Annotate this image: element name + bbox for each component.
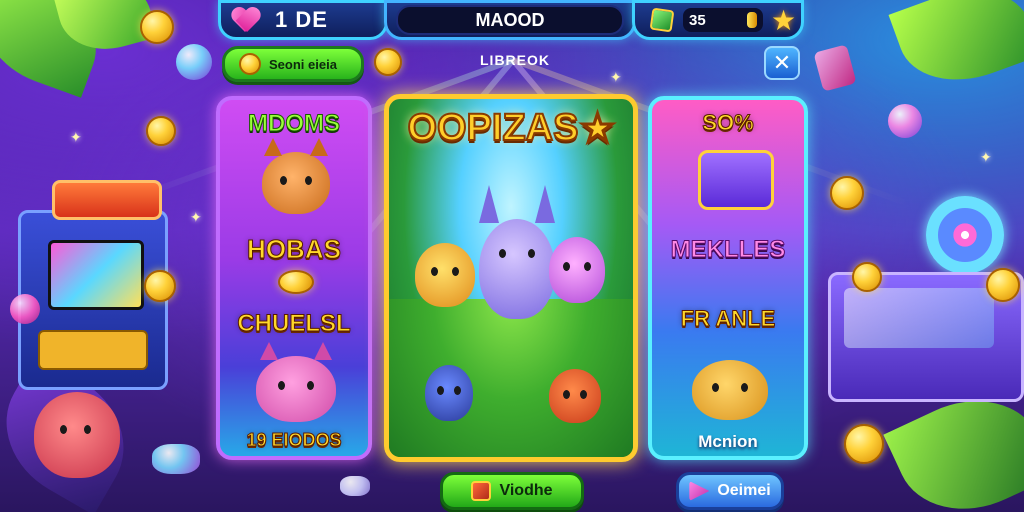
currency-panel[interactable]: 35 ★ bbox=[632, 0, 804, 40]
sparkle-icon: ✦ bbox=[70, 130, 82, 146]
eye bbox=[584, 262, 591, 272]
treasure-cart-icon bbox=[698, 150, 774, 210]
gem-decoration bbox=[10, 294, 40, 324]
coin-decoration bbox=[278, 270, 314, 294]
currency-display: 35 bbox=[683, 8, 763, 32]
eye bbox=[454, 386, 461, 396]
grass-ground bbox=[389, 299, 633, 457]
eye bbox=[278, 381, 285, 391]
cat-character bbox=[256, 342, 336, 422]
coin-decoration bbox=[146, 116, 176, 146]
star-icon: ★ bbox=[579, 107, 615, 151]
arcade-marquee bbox=[52, 180, 162, 220]
gem-decoration bbox=[813, 44, 857, 92]
coin-decoration bbox=[986, 268, 1020, 302]
header-title: MAOOD bbox=[475, 9, 545, 30]
featured-card-title: OOPIZAS bbox=[406, 106, 579, 150]
featured-banner: OOPIZAS ★ bbox=[389, 99, 633, 157]
eye bbox=[741, 382, 748, 392]
gem-decoration bbox=[888, 104, 922, 138]
left-category-card[interactable]: MDOMS HOBAS CHUELSL 19 EIODOS bbox=[216, 96, 372, 460]
secondary-button[interactable]: Oeimei bbox=[676, 472, 784, 510]
hamster-character bbox=[692, 360, 768, 420]
gem-decoration bbox=[152, 444, 200, 474]
ear bbox=[260, 342, 278, 360]
arcade-screen bbox=[48, 240, 144, 310]
ear bbox=[535, 185, 555, 223]
gem-decoration bbox=[340, 476, 370, 496]
eye bbox=[307, 381, 314, 391]
eye bbox=[499, 249, 506, 258]
arcade-control-panel bbox=[38, 330, 148, 370]
raccoon-character bbox=[425, 365, 473, 421]
close-button[interactable]: ✕ bbox=[764, 46, 800, 80]
left-card-label-lower: CHUELSL bbox=[237, 310, 351, 338]
eye bbox=[305, 175, 312, 185]
bear-character bbox=[34, 392, 120, 478]
left-card-label-mid: HOBAS bbox=[247, 234, 342, 265]
coin-decoration bbox=[144, 270, 176, 302]
bear-character bbox=[549, 369, 601, 423]
coin-decoration bbox=[140, 10, 174, 44]
cat-character bbox=[549, 237, 605, 303]
cat-character bbox=[415, 243, 475, 307]
right-card-label-bottom: Mcnion bbox=[698, 432, 758, 451]
play-button[interactable]: Viodhe bbox=[440, 472, 584, 510]
gem-icon bbox=[649, 7, 675, 33]
coin-button-label: Seoni eieia bbox=[269, 56, 337, 72]
gem-decoration bbox=[176, 44, 212, 80]
sparkle-icon: ✦ bbox=[610, 70, 622, 86]
bunny-character bbox=[479, 185, 555, 319]
coin-decoration bbox=[844, 424, 884, 464]
eye bbox=[563, 389, 570, 399]
eye bbox=[528, 249, 535, 258]
eye bbox=[280, 175, 287, 185]
coin-icon bbox=[747, 12, 757, 28]
arrow-icon bbox=[689, 481, 710, 501]
left-card-title: MDOMS bbox=[248, 110, 341, 138]
eye bbox=[580, 389, 587, 399]
coin-icon bbox=[239, 53, 261, 75]
lives-label: 1 DE bbox=[275, 7, 328, 32]
gift-icon bbox=[471, 481, 492, 501]
prize-machine-glass bbox=[844, 288, 994, 348]
eye bbox=[84, 424, 91, 434]
left-card-label-bottom: 19 EIODOS bbox=[246, 430, 342, 451]
secondary-button-label: Oeimei bbox=[717, 482, 771, 499]
eye bbox=[452, 267, 459, 277]
coin-decoration bbox=[374, 48, 402, 76]
eye bbox=[563, 262, 570, 272]
coin-decoration bbox=[830, 176, 864, 210]
right-card-label-mid: MEKLLES bbox=[670, 236, 786, 264]
ear bbox=[314, 342, 332, 360]
rainbow-ring bbox=[926, 196, 1004, 274]
ear bbox=[264, 138, 282, 156]
title-box: MAOOD bbox=[396, 5, 624, 35]
heart-icon bbox=[231, 6, 261, 34]
right-card-label-lower: FR ANLE bbox=[680, 306, 776, 332]
section-title: LIBREOK bbox=[480, 52, 550, 68]
close-icon: ✕ bbox=[772, 50, 792, 76]
eye bbox=[712, 382, 719, 392]
prize-machine bbox=[828, 196, 1024, 416]
coin-shop-button[interactable]: Seoni eieia bbox=[222, 46, 364, 82]
right-card-title: SO% bbox=[702, 110, 754, 136]
lives-panel[interactable]: 1 DE bbox=[218, 0, 388, 40]
leaf-decoration bbox=[888, 0, 1024, 100]
featured-card[interactable]: OOPIZAS ★ bbox=[384, 94, 638, 462]
ear bbox=[310, 138, 328, 156]
currency-value: 35 bbox=[689, 11, 706, 29]
play-button-label: Viodhe bbox=[499, 482, 553, 499]
eye bbox=[437, 386, 444, 396]
sparkle-icon: ✦ bbox=[980, 150, 992, 166]
star-icon[interactable]: ★ bbox=[771, 4, 796, 37]
ear bbox=[479, 185, 499, 223]
eye bbox=[60, 424, 67, 434]
title-panel: MAOOD bbox=[384, 0, 636, 40]
sparkle-icon: ✦ bbox=[190, 210, 202, 226]
eye bbox=[431, 267, 438, 277]
fox-character bbox=[262, 138, 330, 214]
coin-decoration bbox=[852, 262, 882, 292]
right-category-card[interactable]: SO% MEKLLES FR ANLE Mcnion bbox=[648, 96, 808, 460]
